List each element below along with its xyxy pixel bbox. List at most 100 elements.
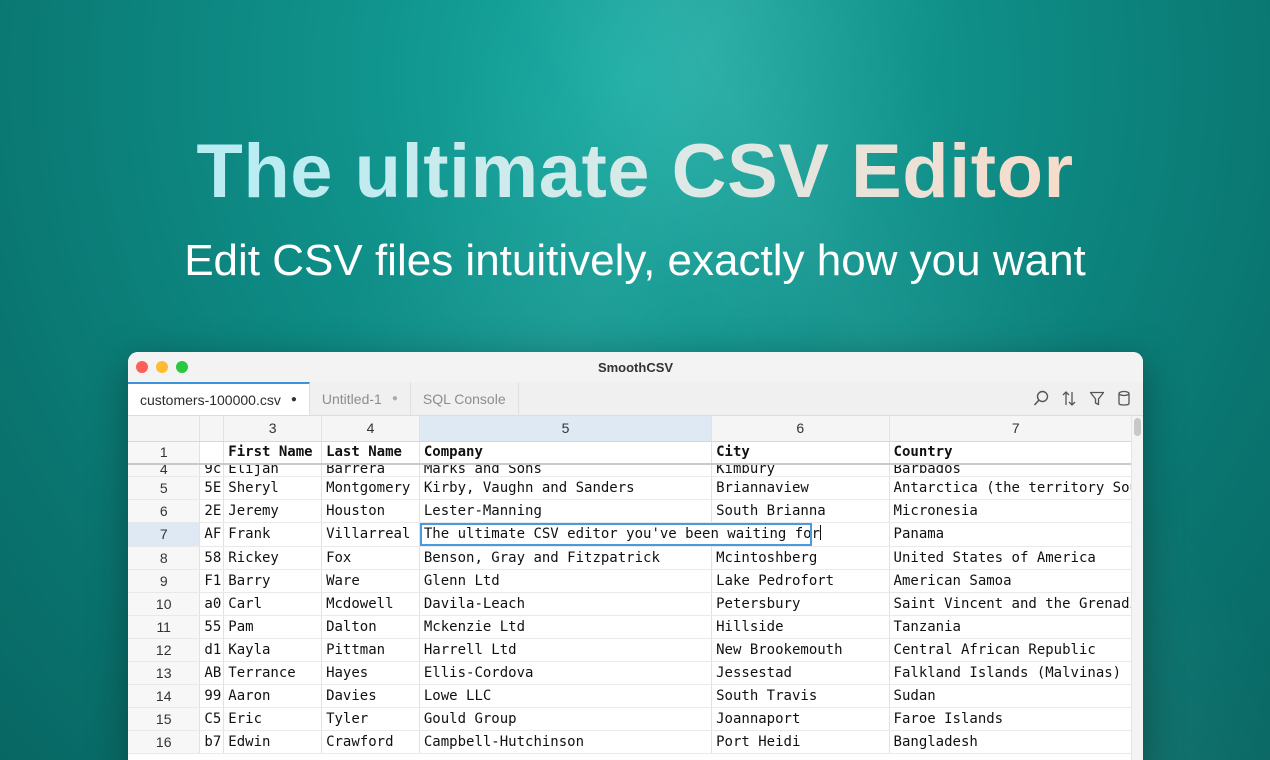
header-cell[interactable]: Last Name bbox=[321, 441, 420, 465]
cell[interactable] bbox=[199, 441, 225, 465]
cell[interactable]: Pam bbox=[223, 615, 323, 639]
cell[interactable]: Central African Republic bbox=[889, 638, 1143, 662]
search-icon[interactable] bbox=[1033, 390, 1049, 407]
cell[interactable]: Tyler bbox=[321, 707, 420, 731]
cell[interactable]: Jeremy bbox=[223, 499, 323, 523]
cell[interactable]: 55 bbox=[199, 615, 225, 639]
cell[interactable]: Rickey bbox=[223, 546, 323, 570]
cell[interactable]: Lowe LLC bbox=[419, 684, 713, 708]
cell[interactable]: Micronesia bbox=[889, 499, 1143, 523]
filter-icon[interactable] bbox=[1089, 390, 1105, 407]
sort-icon[interactable] bbox=[1061, 390, 1077, 407]
tab-untitled-1[interactable]: Untitled-1 ● bbox=[310, 382, 411, 415]
cell[interactable]: Kimbury bbox=[711, 464, 890, 477]
cell[interactable]: Hillside bbox=[711, 615, 890, 639]
cell[interactable]: Gould Group bbox=[419, 707, 713, 731]
cell-editor-input[interactable]: The ultimate CSV editor you've been wait… bbox=[419, 522, 822, 545]
row-number[interactable]: 4 bbox=[128, 464, 201, 477]
cell[interactable]: Montgomery bbox=[321, 476, 420, 500]
cell[interactable]: Mcintoshberg bbox=[711, 546, 890, 570]
cell[interactable]: Edwin bbox=[223, 730, 323, 754]
cell[interactable]: Marks and Sons bbox=[419, 464, 713, 477]
cell[interactable]: Benson, Gray and Fitzpatrick bbox=[419, 546, 713, 570]
row-number[interactable]: 6 bbox=[128, 499, 201, 523]
column-number[interactable]: 4 bbox=[321, 416, 420, 442]
database-icon[interactable] bbox=[1117, 390, 1131, 407]
cell[interactable]: Mcdowell bbox=[321, 592, 420, 616]
cell[interactable]: United States of America bbox=[889, 546, 1143, 570]
cell[interactable]: Faroe Islands bbox=[889, 707, 1143, 731]
cell[interactable]: Frank bbox=[223, 522, 323, 547]
cell[interactable]: Davies bbox=[321, 684, 420, 708]
row-number[interactable]: 16 bbox=[128, 730, 201, 754]
cell[interactable]: Kayla bbox=[223, 638, 323, 662]
cell[interactable]: Lester-Manning bbox=[419, 499, 713, 523]
cell[interactable]: Ellis-Cordova bbox=[419, 661, 713, 685]
cell[interactable]: Falkland Islands (Malvinas) bbox=[889, 661, 1143, 685]
cell[interactable]: Lake Pedrofort bbox=[711, 569, 890, 593]
cell[interactable]: Crawford bbox=[321, 730, 420, 754]
cell[interactable]: Eric bbox=[223, 707, 323, 731]
column-number[interactable]: 7 bbox=[889, 416, 1143, 442]
cell[interactable]: Petersbury bbox=[711, 592, 890, 616]
cell[interactable]: 58 bbox=[199, 546, 225, 570]
cell[interactable]: 2E bbox=[199, 499, 225, 523]
cell[interactable]: Dalton bbox=[321, 615, 420, 639]
cell[interactable]: Jessestad bbox=[711, 661, 890, 685]
cell[interactable]: Villarreal bbox=[321, 522, 420, 547]
cell[interactable]: Terrance bbox=[223, 661, 323, 685]
cell[interactable]: 99 bbox=[199, 684, 225, 708]
cell[interactable]: Glenn Ltd bbox=[419, 569, 713, 593]
column-number[interactable]: 6 bbox=[711, 416, 890, 442]
corner-cell[interactable] bbox=[128, 416, 201, 442]
header-cell[interactable]: Country bbox=[889, 441, 1143, 465]
row-number[interactable]: 12 bbox=[128, 638, 201, 662]
cell[interactable]: Port Heidi bbox=[711, 730, 890, 754]
cell[interactable]: South Travis bbox=[711, 684, 890, 708]
row-number[interactable]: 11 bbox=[128, 615, 201, 639]
cell[interactable]: Fox bbox=[321, 546, 420, 570]
minimize-window-button[interactable] bbox=[156, 361, 168, 373]
cell[interactable]: Briannaview bbox=[711, 476, 890, 500]
cell[interactable]: Barrera bbox=[321, 464, 420, 477]
cell[interactable]: Ware bbox=[321, 569, 420, 593]
cell[interactable]: Campbell-Hutchinson bbox=[419, 730, 713, 754]
header-cell[interactable]: Company bbox=[419, 441, 713, 465]
close-window-button[interactable] bbox=[136, 361, 148, 373]
header-cell[interactable]: City bbox=[711, 441, 890, 465]
cell[interactable]: Kirby, Vaughn and Sanders bbox=[419, 476, 713, 500]
cell[interactable]: Tanzania bbox=[889, 615, 1143, 639]
cell[interactable]: 5E bbox=[199, 476, 225, 500]
cell[interactable]: d1 bbox=[199, 638, 225, 662]
cell[interactable]: Aaron bbox=[223, 684, 323, 708]
column-number-selected[interactable]: 5 bbox=[419, 416, 713, 442]
cell[interactable]: Antarctica (the territory Sou bbox=[889, 476, 1143, 500]
cell[interactable]: Barry bbox=[223, 569, 323, 593]
cell[interactable]: Saint Vincent and the Grenadi bbox=[889, 592, 1143, 616]
zoom-window-button[interactable] bbox=[176, 361, 188, 373]
cell[interactable]: South Brianna bbox=[711, 499, 890, 523]
cell[interactable]: a0 bbox=[199, 592, 225, 616]
cell[interactable]: 9c bbox=[199, 464, 225, 477]
row-number[interactable]: 14 bbox=[128, 684, 201, 708]
cell[interactable]: Carl bbox=[223, 592, 323, 616]
cell[interactable]: Barbados bbox=[889, 464, 1143, 477]
cell[interactable]: Sheryl bbox=[223, 476, 323, 500]
row-number[interactable]: 15 bbox=[128, 707, 201, 731]
cell[interactable]: b7 bbox=[199, 730, 225, 754]
row-number[interactable]: 10 bbox=[128, 592, 201, 616]
cell[interactable]: Joannaport bbox=[711, 707, 890, 731]
row-number[interactable]: 5 bbox=[128, 476, 201, 500]
cell[interactable]: American Samoa bbox=[889, 569, 1143, 593]
cell[interactable]: F1 bbox=[199, 569, 225, 593]
cell[interactable]: Sudan bbox=[889, 684, 1143, 708]
tab-sql-console[interactable]: SQL Console bbox=[411, 382, 519, 415]
row-number[interactable]: 1 bbox=[128, 441, 201, 465]
cell[interactable]: Panama bbox=[889, 522, 1143, 547]
cell[interactable]: Davila-Leach bbox=[419, 592, 713, 616]
header-cell[interactable]: First Name bbox=[223, 441, 323, 465]
row-number[interactable]: 9 bbox=[128, 569, 201, 593]
cell[interactable]: AF bbox=[199, 522, 225, 547]
scrollbar-thumb[interactable] bbox=[1134, 418, 1141, 436]
cell[interactable]: Harrell Ltd bbox=[419, 638, 713, 662]
